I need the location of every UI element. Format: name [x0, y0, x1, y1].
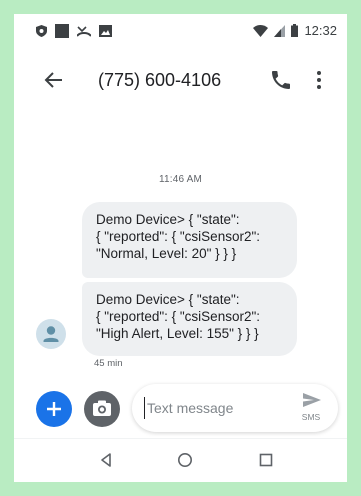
signal-icon [274, 24, 286, 37]
message-time: 45 min [94, 358, 123, 369]
nav-recents-icon[interactable] [257, 451, 275, 469]
nav-home-icon[interactable] [176, 451, 194, 469]
back-arrow-icon[interactable] [42, 68, 66, 92]
more-vert-icon[interactable] [312, 68, 326, 92]
missed-call-icon [77, 26, 91, 37]
app-bar: (775) 600-4106 [14, 60, 347, 100]
avatar[interactable] [36, 319, 66, 349]
status-bar: 12:32 [14, 14, 347, 46]
contact-title: (775) 600-4106 [98, 70, 222, 90]
camera-button[interactable] [84, 391, 120, 427]
shield-icon [36, 25, 47, 37]
add-attachment-button[interactable] [36, 391, 72, 427]
phone-screen: 12:32 (775) 600-4106 11:46 AM Demo Devic… [14, 14, 347, 482]
message-input[interactable] [144, 397, 284, 419]
nav-back-icon[interactable] [97, 451, 115, 469]
send-icon [303, 393, 321, 407]
battery-icon [291, 24, 299, 37]
person-icon [43, 326, 59, 342]
message-line: { "reported": { "csiSensor2": [96, 229, 261, 244]
phone-icon[interactable] [269, 68, 293, 92]
sms-label: SMS [301, 412, 321, 422]
message-line: "Normal, Level: 20" } } } [96, 246, 237, 261]
compose-box: SMS [132, 384, 338, 432]
image-icon [99, 25, 112, 37]
status-left-icons [36, 24, 112, 38]
message-line: Demo Device> { "state": [96, 212, 240, 227]
message-bubble[interactable]: Demo Device> { "state": { "reported": { … [82, 202, 297, 278]
square-icon [55, 24, 69, 38]
wifi-icon [253, 24, 269, 37]
camera-icon [93, 400, 111, 416]
send-button[interactable]: SMS [294, 390, 328, 426]
message-line: Demo Device> { "state": [96, 292, 240, 307]
status-right-icons: 12:32 [253, 23, 337, 38]
plus-icon [47, 402, 61, 416]
status-time: 12:32 [304, 23, 337, 38]
message-line: { "reported": { "csiSensor2": [96, 309, 261, 324]
message-line: "High Alert, Level: 155" } } } [96, 326, 259, 341]
navigation-bar [14, 438, 347, 482]
conversation-timestamp: 11:46 AM [158, 174, 203, 185]
message-bubble[interactable]: Demo Device> { "state": { "reported": { … [82, 282, 297, 356]
